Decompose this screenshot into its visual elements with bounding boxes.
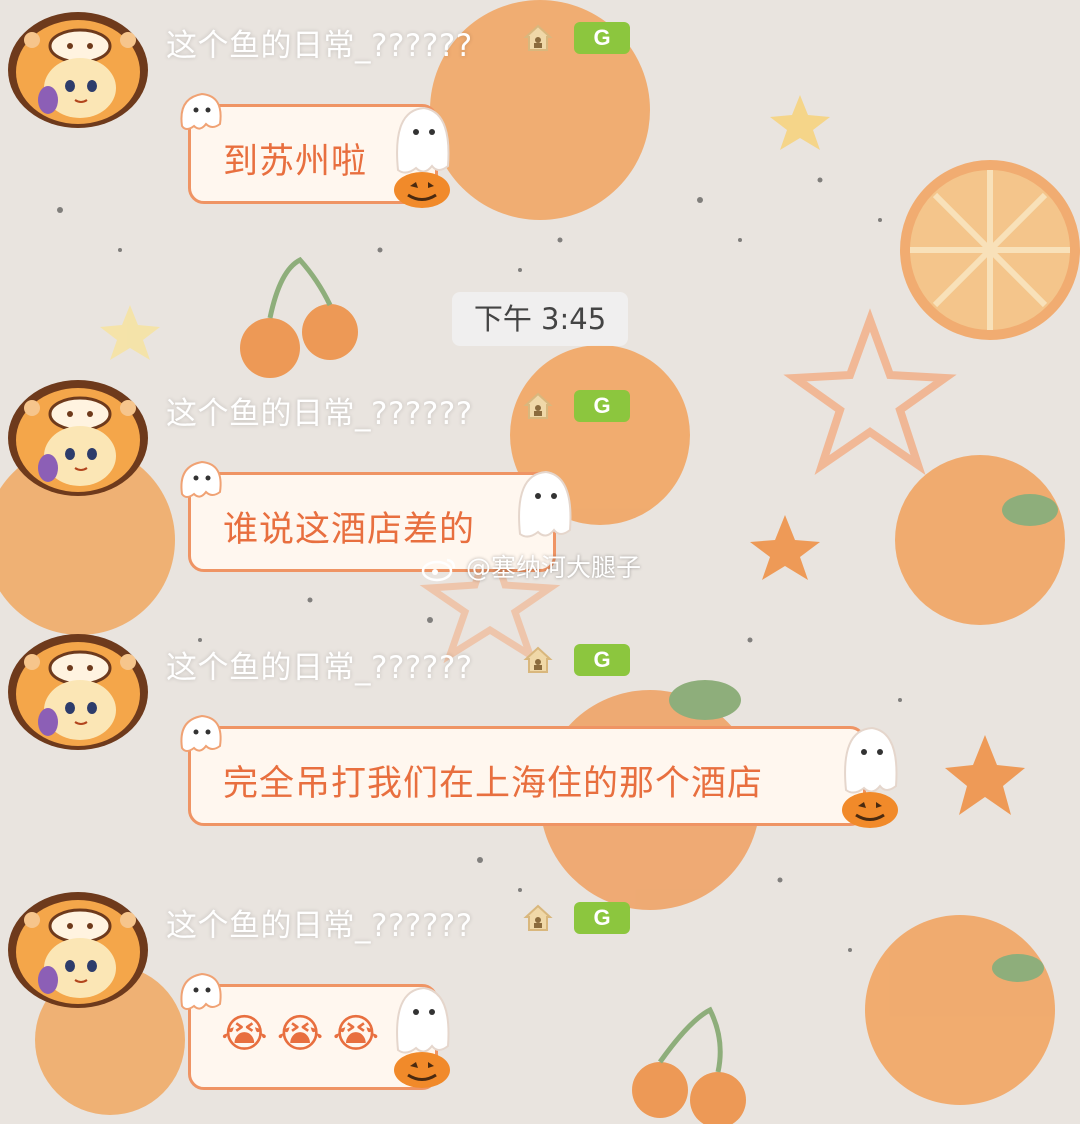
costume-avatar-icon[interactable]	[0, 368, 160, 498]
house-icon	[523, 392, 553, 419]
ghost-pumpkin-icon	[394, 986, 450, 1088]
costume-avatar-icon[interactable]	[0, 622, 160, 752]
level-badge: G	[574, 644, 630, 676]
ghost-pumpkin-icon	[842, 726, 898, 828]
costume-avatar-icon[interactable]	[0, 880, 160, 1010]
message-text: 谁说这酒店差的	[223, 510, 476, 550]
level-badge: G	[574, 22, 630, 54]
message-bubble[interactable]: 完全吊打我们在上海住的那个酒店	[188, 726, 866, 826]
watermark-text: @塞纳河大腿子	[465, 553, 641, 582]
sender-name: 这个鱼的日常_??????	[166, 28, 473, 64]
weibo-icon	[421, 558, 456, 582]
sender-name: 这个鱼的日常_??????	[166, 396, 473, 432]
level-badge: G	[574, 390, 630, 422]
crying-face-emoji: 😭	[276, 1011, 325, 1057]
ghost-pumpkin-icon	[394, 106, 450, 208]
ghost-icon	[180, 972, 222, 1010]
timestamp-label: 下午 3:45	[452, 292, 628, 346]
sender-name: 这个鱼的日常_??????	[166, 908, 473, 944]
crying-face-emoji: 😭	[221, 1011, 269, 1057]
house-icon	[523, 24, 553, 51]
ghost-icon	[180, 714, 222, 752]
house-icon	[523, 904, 553, 931]
level-badge: G	[574, 902, 630, 934]
message-text: 完全吊打我们在上海住的那个酒店	[223, 764, 764, 804]
ghost-icon	[180, 92, 222, 130]
emoji-row: 😭 😭 😭	[221, 1011, 388, 1057]
crying-face-emoji: 😭	[332, 1011, 381, 1057]
watermark: @塞纳河大腿子	[420, 548, 641, 584]
sender-name: 这个鱼的日常_??????	[166, 650, 473, 686]
message-text: 到苏州啦	[223, 142, 368, 182]
ghost-icon	[180, 460, 222, 498]
house-icon	[523, 646, 553, 673]
costume-avatar-icon[interactable]	[0, 0, 160, 130]
